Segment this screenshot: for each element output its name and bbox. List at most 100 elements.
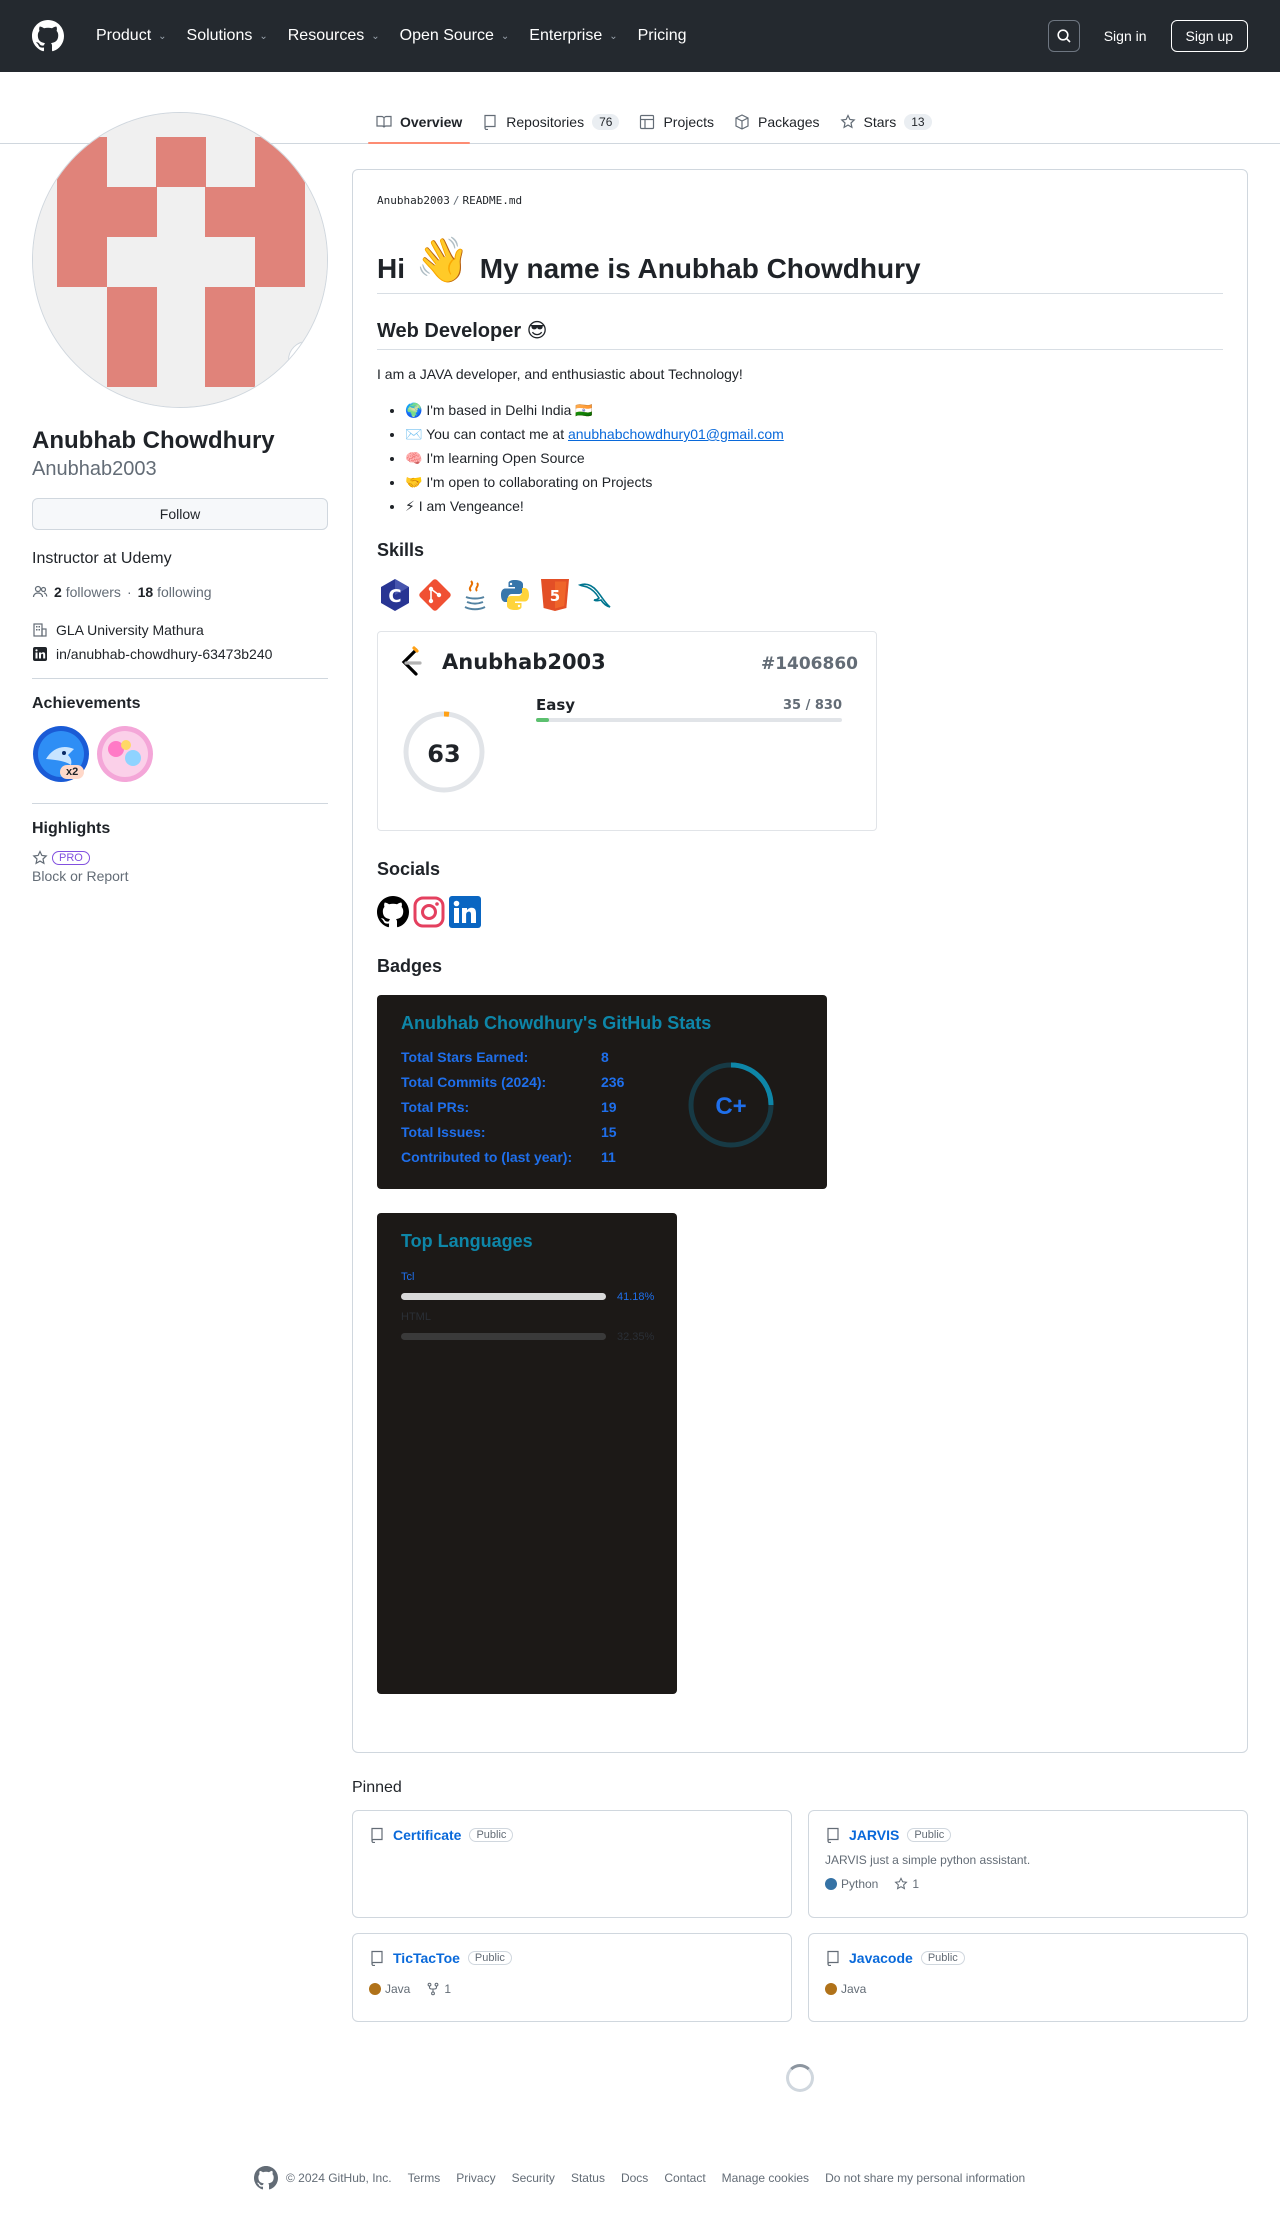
github-social-icon[interactable] bbox=[377, 896, 409, 928]
linkedin-social-icon[interactable] bbox=[449, 896, 481, 928]
pinned-repo-card[interactable]: Javacode Public Java bbox=[808, 1933, 1248, 2022]
achievement-pull-shark-badge[interactable]: x2 bbox=[32, 725, 90, 783]
pinned-repo-card[interactable]: JARVIS Public JARVIS just a simple pytho… bbox=[808, 1810, 1248, 1918]
profile-tabs: Overview Repositories 76 Projects Packag… bbox=[368, 102, 940, 144]
top-languages-card[interactable]: Top Languages Tcl 41.18% HTML 32.35% bbox=[377, 1213, 677, 1694]
footer-link-do-not-share[interactable]: Do not share my personal information bbox=[825, 2171, 1025, 2185]
tab-packages[interactable]: Packages bbox=[726, 102, 827, 142]
repo-stars-link[interactable]: 1 bbox=[894, 1877, 919, 1891]
git-icon[interactable] bbox=[417, 577, 453, 613]
footer-link-privacy[interactable]: Privacy bbox=[456, 2171, 495, 2185]
loading-spinner bbox=[786, 2064, 814, 2092]
status-emoji-button[interactable] bbox=[288, 341, 326, 379]
stats-row: Total Commits (2024): 236 bbox=[401, 1074, 625, 1090]
language-color-dot bbox=[825, 1878, 837, 1890]
pinned-repo-card[interactable]: Certificate Public bbox=[352, 1810, 792, 1918]
achievement-yolo-badge[interactable] bbox=[96, 725, 154, 783]
footer-link-docs[interactable]: Docs bbox=[621, 2171, 648, 2185]
language-color-dot bbox=[825, 1983, 837, 1995]
following-link[interactable]: 18 following bbox=[138, 584, 212, 600]
footer-link-manage-cookies[interactable]: Manage cookies bbox=[722, 2171, 809, 2185]
skills-title: Skills bbox=[377, 540, 425, 560]
github-logo-icon[interactable] bbox=[32, 20, 64, 52]
repo-name-link[interactable]: JARVIS bbox=[849, 1827, 899, 1843]
repo-name-link[interactable]: Javacode bbox=[849, 1950, 913, 1966]
avatar[interactable] bbox=[32, 112, 328, 408]
mysql-icon[interactable] bbox=[577, 577, 613, 613]
language-bar bbox=[401, 1333, 606, 1340]
footer-link-security[interactable]: Security bbox=[512, 2171, 555, 2185]
python-icon[interactable] bbox=[497, 577, 533, 613]
identicon-image bbox=[33, 113, 327, 407]
list-item: ⚡ I am Vengeance! bbox=[405, 494, 1223, 518]
divider bbox=[32, 803, 328, 804]
java-icon[interactable] bbox=[457, 577, 493, 613]
repo-forks-link[interactable]: 1 bbox=[426, 1982, 451, 1996]
nav-enterprise[interactable]: Enterprise ⌄ bbox=[521, 27, 629, 45]
achievement-count-badge: x2 bbox=[60, 765, 85, 779]
linkedin-item[interactable]: in/anubhab-chowdhury-63473b240 bbox=[32, 646, 328, 662]
block-or-report-link[interactable]: Block or Report bbox=[32, 868, 328, 884]
language-percent: 32.35% bbox=[617, 1331, 655, 1343]
github-stats-card[interactable]: Anubhab Chowdhury's GitHub Stats Total S… bbox=[377, 995, 827, 1189]
stats-title: Anubhab Chowdhury's GitHub Stats bbox=[401, 1013, 712, 1033]
email-link[interactable]: anubhabchowdhury01@gmail.com bbox=[568, 426, 784, 442]
pro-badge: PRO bbox=[52, 851, 90, 865]
repo-name-link[interactable]: TicTacToe bbox=[393, 1950, 460, 1966]
list-item: 🤝 I'm open to collaborating on Projects bbox=[405, 470, 1223, 494]
tab-overview[interactable]: Overview bbox=[368, 102, 471, 144]
top-languages-title: Top Languages bbox=[401, 1231, 533, 1251]
html5-icon[interactable]: 5 bbox=[537, 577, 573, 613]
nav-pricing[interactable]: Pricing bbox=[630, 27, 699, 45]
repo-icon bbox=[371, 1950, 383, 1966]
followers-link[interactable]: 2 followers bbox=[54, 584, 121, 600]
profile-sidebar: Anubhab Chowdhury Anubhab2003 Follow Ins… bbox=[32, 112, 328, 884]
linkedin-icon bbox=[33, 647, 47, 661]
sign-up-button[interactable]: Sign up bbox=[1170, 20, 1248, 52]
stats-row: Contributed to (last year): 11 bbox=[401, 1149, 616, 1165]
github-logo-icon[interactable] bbox=[254, 2166, 278, 2190]
nav-resources[interactable]: Resources ⌄ bbox=[280, 27, 392, 45]
badges-title: Badges bbox=[377, 956, 443, 976]
footer-link-contact[interactable]: Contact bbox=[664, 2171, 705, 2185]
pinned-repo-card[interactable]: TicTacToe Public Java 1 bbox=[352, 1933, 792, 2022]
nav-open-source[interactable]: Open Source ⌄ bbox=[392, 27, 522, 45]
achievement-badges: x2 bbox=[32, 725, 328, 783]
sign-in-link[interactable]: Sign in bbox=[1096, 28, 1155, 44]
chevron-down-icon: ⌄ bbox=[500, 30, 510, 42]
readme-path-file[interactable]: README.md bbox=[462, 194, 522, 207]
repositories-count: 76 bbox=[592, 114, 620, 130]
stars-count: 13 bbox=[904, 114, 932, 130]
nav-solutions[interactable]: Solutions ⌄ bbox=[179, 27, 280, 45]
footer-link-terms[interactable]: Terms bbox=[408, 2171, 441, 2185]
leetcode-easy-label: Easy bbox=[536, 696, 576, 714]
c-language-icon[interactable]: C bbox=[377, 577, 413, 613]
leetcode-username: Anubhab2003 bbox=[442, 650, 606, 674]
socials-title: Socials bbox=[377, 859, 441, 879]
readme-path-user[interactable]: Anubhab2003 bbox=[377, 194, 450, 207]
readme-intro: I am a JAVA developer, and enthusiastic … bbox=[377, 366, 743, 382]
leetcode-easy-count: 35 / 830 bbox=[783, 698, 843, 713]
search-icon bbox=[1057, 29, 1071, 43]
instagram-icon[interactable] bbox=[413, 896, 445, 928]
language-percent: 41.18% bbox=[617, 1291, 655, 1303]
repo-icon bbox=[484, 114, 496, 130]
footer-link-status[interactable]: Status bbox=[571, 2171, 605, 2185]
repo-meta: Java bbox=[825, 1982, 1231, 1996]
nav-product[interactable]: Product ⌄ bbox=[88, 27, 179, 45]
tab-projects[interactable]: Projects bbox=[631, 102, 722, 142]
repo-name-link[interactable]: Certificate bbox=[393, 1827, 461, 1843]
readme-list: 🌍 I'm based in Delhi India 🇮🇳 ✉️ You can… bbox=[377, 398, 1223, 518]
stats-row: Total Stars Earned: 8 bbox=[401, 1049, 609, 1065]
star-icon bbox=[894, 1877, 908, 1890]
tab-repositories[interactable]: Repositories 76 bbox=[474, 102, 627, 142]
follow-button[interactable]: Follow bbox=[32, 498, 328, 530]
followers-line: 2 followers · 18 following bbox=[32, 584, 328, 600]
wave-emoji: 👋 bbox=[415, 236, 470, 285]
tab-stars[interactable]: Stars 13 bbox=[832, 102, 940, 142]
search-button[interactable] bbox=[1047, 20, 1080, 52]
site-footer: © 2024 GitHub, Inc. Terms Privacy Securi… bbox=[254, 2166, 1025, 2190]
star-icon bbox=[32, 850, 48, 865]
skills-icons: C 5 bbox=[377, 577, 1223, 613]
leetcode-card[interactable]: Anubhab2003 #1406860 63 Easy 35 / 830 bbox=[377, 631, 877, 831]
